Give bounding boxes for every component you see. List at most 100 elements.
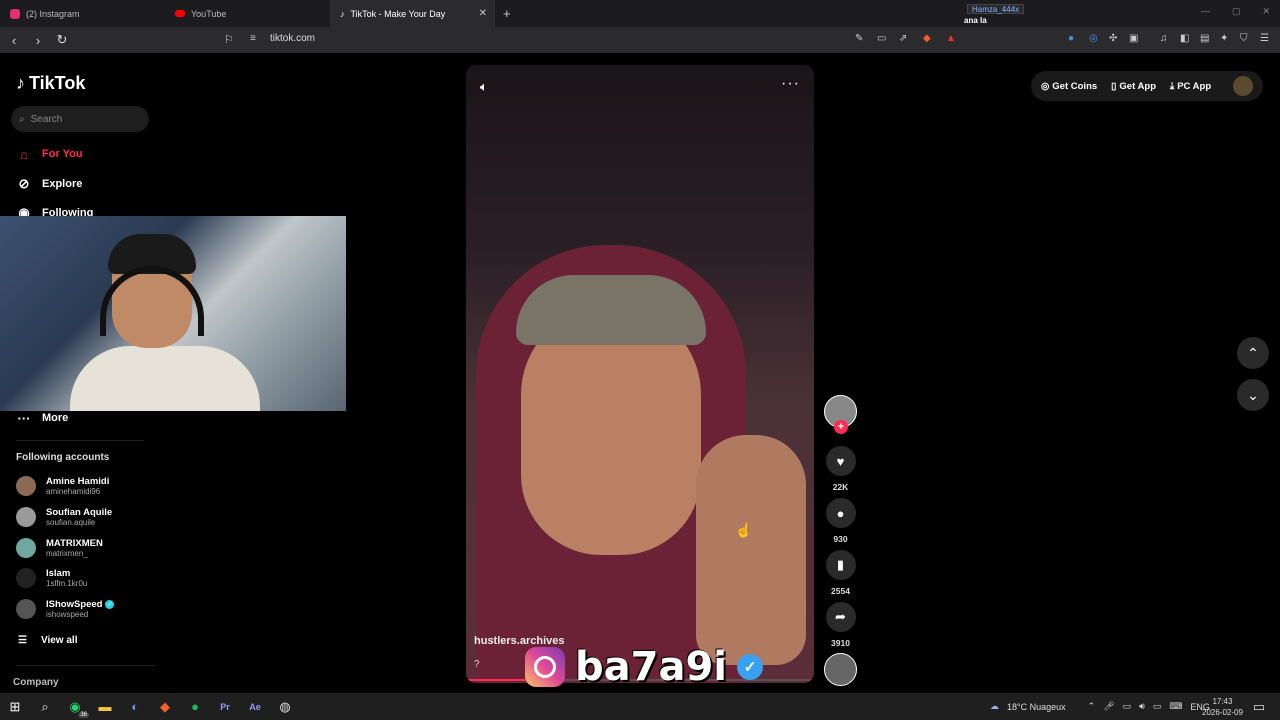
get-app-label: Get App: [1119, 80, 1156, 92]
like-button[interactable]: ♥ 22K: [824, 446, 857, 492]
back-icon[interactable]: ‹: [4, 33, 24, 48]
wallet-icon[interactable]: ▤: [1200, 33, 1209, 44]
following-accounts-title: Following accounts: [16, 452, 110, 463]
instagram-logo-icon: [525, 647, 565, 687]
keyboard-icon[interactable]: ⌨: [1169, 701, 1182, 712]
premiere-icon[interactable]: Pr: [210, 693, 240, 720]
logo-text: TikTok: [29, 73, 86, 93]
company-link[interactable]: Company: [13, 677, 59, 688]
video-player[interactable]: 🔈︎ ··· hustlers.archives ?: [466, 65, 814, 683]
close-window-icon[interactable]: ✕: [1262, 6, 1270, 17]
file-explorer-icon[interactable]: ▬: [90, 693, 120, 720]
account-item[interactable]: Amine Hamidi aminehamidi96: [16, 476, 109, 496]
search-icon[interactable]: ⌕: [30, 693, 60, 720]
creator-avatar[interactable]: +: [824, 395, 857, 434]
share-button[interactable]: ➦ 3910: [824, 602, 857, 648]
nav-label: Explore: [42, 178, 83, 190]
system-tray: ☁ 18°C Nuageux ⌃ 🎤︎ ▭ 🔊︎ ▭ ⌨ ENG: [990, 693, 1210, 720]
profile-avatar[interactable]: [1233, 76, 1253, 96]
next-video-button[interactable]: ⌄: [1237, 379, 1269, 411]
account-handle: soufian.aquile: [46, 518, 96, 527]
chevron-up-icon[interactable]: ⌃: [1088, 701, 1096, 712]
tab-youtube[interactable]: YouTube: [165, 0, 330, 27]
tab-tiktok[interactable]: ♪ TikTok - Make Your Day ✕: [330, 0, 495, 27]
bookmark-icon[interactable]: ⚐: [224, 33, 234, 46]
forward-icon[interactable]: ›: [28, 33, 48, 48]
nav-for-you[interactable]: ⌂ For You: [16, 146, 82, 162]
discord-icon[interactable]: ◐: [120, 693, 150, 720]
save-button[interactable]: ▮ 2554: [824, 550, 857, 596]
music-icon[interactable]: ♫: [1160, 33, 1168, 44]
leo-ai-icon[interactable]: ✦: [1220, 33, 1228, 44]
avatar: [16, 507, 36, 527]
share-count: 3910: [831, 638, 850, 648]
menu-icon[interactable]: ☰: [1260, 33, 1269, 44]
url-field[interactable]: tiktok.com: [270, 33, 315, 44]
cloud-icon: ☁: [990, 701, 999, 711]
tab-instagram[interactable]: (2) Instagram: [0, 0, 165, 27]
vpn-shield-icon[interactable]: ⛉: [1240, 33, 1248, 44]
account-handle: 1slfm.1kr0u: [46, 579, 88, 588]
divider: [16, 665, 156, 666]
microphone-icon[interactable]: 🎤︎: [1103, 701, 1114, 712]
account-handle: matrixmen_: [46, 549, 88, 558]
nav-explore[interactable]: ⊘ Explore: [16, 176, 83, 192]
maximize-icon[interactable]: ▢: [1232, 6, 1241, 17]
search-input[interactable]: ⌕ Search: [11, 106, 149, 132]
music-disc-icon: [824, 653, 857, 686]
notifications-icon[interactable]: ▭: [1244, 693, 1274, 720]
more-dots-icon: ···: [17, 410, 31, 426]
get-app-button[interactable]: ▯ Get App: [1111, 81, 1156, 92]
puzzle-icon[interactable]: ✣: [1109, 33, 1117, 44]
comment-button[interactable]: ● 930: [824, 498, 857, 544]
spotify-icon[interactable]: ●: [180, 693, 210, 720]
avatar: [16, 599, 36, 619]
previous-video-button[interactable]: ⌃: [1237, 337, 1269, 369]
minimize-icon[interactable]: —: [1201, 6, 1210, 17]
network-icon[interactable]: ▭: [1123, 701, 1132, 712]
account-item[interactable]: Islam 1slfm.1kr0u: [16, 568, 87, 588]
sound-avatar[interactable]: [824, 653, 857, 686]
share-icon[interactable]: ⇗: [899, 33, 907, 44]
webcam-overlay: [0, 216, 346, 411]
bookmark-icon: ▮: [825, 550, 856, 580]
more-options-icon[interactable]: ···: [781, 75, 800, 93]
get-coins-button[interactable]: ◎ Get Coins: [1041, 81, 1097, 92]
translate-off-icon[interactable]: ✎: [855, 33, 863, 44]
header-actions: ◎ Get Coins ▯ Get App ⤓ PC App: [1031, 71, 1263, 101]
tiktok-icon: ♪: [340, 8, 345, 19]
notification-badge: 36: [78, 712, 89, 718]
brave-rewards-icon[interactable]: ▲: [946, 33, 956, 44]
follow-plus-icon[interactable]: +: [834, 420, 848, 434]
battery-icon[interactable]: ▭: [1153, 701, 1162, 712]
audio-extension-icon[interactable]: ◎: [1089, 33, 1098, 44]
pc-app-button[interactable]: ⤓ PC App: [1170, 81, 1211, 92]
brave-shield-icon[interactable]: ◆: [923, 33, 931, 44]
account-item[interactable]: Soufian Aquile soufian.aquile: [16, 507, 112, 527]
obs-icon[interactable]: ◍: [270, 693, 300, 720]
cast-icon[interactable]: ▭: [877, 33, 886, 44]
account-item[interactable]: MATRIXMEN matrixmen_: [16, 538, 103, 558]
reload-icon[interactable]: ↻: [52, 32, 72, 48]
view-all-link[interactable]: ☰ View all: [18, 635, 77, 646]
clock[interactable]: 17:43 2026-02-09: [1202, 696, 1243, 718]
extension-icon[interactable]: ●: [1068, 33, 1074, 44]
windows-start-icon[interactable]: ⊞: [0, 693, 30, 720]
after-effects-icon[interactable]: Ae: [240, 693, 270, 720]
search-icon: ⌕: [19, 113, 25, 125]
site-settings-icon[interactable]: ≡: [250, 33, 256, 44]
account-item[interactable]: IShowSpeed ✓ ishowspeed: [16, 599, 115, 619]
reader-icon[interactable]: ▣: [1129, 33, 1138, 44]
weather-text[interactable]: 18°C Nuageux: [1007, 702, 1066, 712]
close-tab-icon[interactable]: ✕: [479, 8, 487, 19]
brave-icon[interactable]: ◆: [150, 693, 180, 720]
nav-more[interactable]: ··· More: [16, 410, 69, 426]
divider: [16, 440, 144, 441]
volume-icon[interactable]: 🔊︎: [1139, 701, 1145, 712]
whatsapp-icon[interactable]: ◉ 36: [60, 693, 90, 720]
tiktok-logo[interactable]: ♪ TikTok: [16, 73, 85, 94]
sidebar-icon[interactable]: ◧: [1180, 33, 1189, 44]
new-tab-button[interactable]: +: [503, 6, 511, 21]
chevron-down-icon: ⌄: [1247, 386, 1259, 403]
volume-icon[interactable]: 🔈︎: [480, 79, 488, 95]
